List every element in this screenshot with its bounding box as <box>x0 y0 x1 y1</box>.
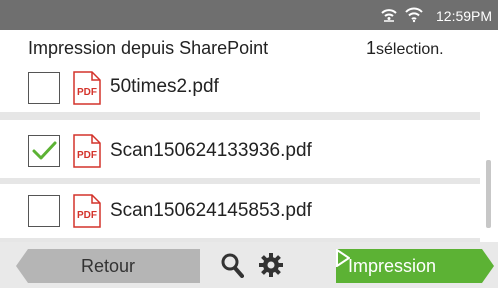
file-name: Scan150624133936.pdf <box>110 140 312 161</box>
status-bar: 12:59PM <box>0 0 498 30</box>
selection-count-number: 1 <box>366 38 377 58</box>
pdf-icon: PDF <box>73 134 101 168</box>
file-name: Scan150624145853.pdf <box>110 200 312 221</box>
file-name: 50times2.pdf <box>110 76 219 97</box>
play-arrow-icon <box>336 249 350 267</box>
pdf-label: PDF <box>77 150 97 161</box>
scrollbar[interactable] <box>486 160 491 228</box>
pdf-icon: PDF <box>73 194 101 228</box>
file-checkbox[interactable] <box>28 135 60 167</box>
gear-icon[interactable] <box>258 252 284 278</box>
file-list-item[interactable]: PDF Scan150624145853.pdf <box>0 184 480 238</box>
selection-count-label: sélection. <box>376 41 444 58</box>
checkmark-icon <box>32 141 57 160</box>
wifi-icon <box>405 7 423 23</box>
search-icon[interactable] <box>220 252 244 278</box>
bottom-toolbar: Retour Impression <box>0 242 498 288</box>
back-button-label: Retour <box>80 256 136 276</box>
selection-count: 1sélection. <box>366 38 444 59</box>
pdf-icon: PDF <box>73 71 101 105</box>
print-button-label: Impression <box>348 256 437 276</box>
page-title: Impression depuis SharePoint <box>28 38 269 58</box>
file-checkbox[interactable] <box>28 72 60 104</box>
print-button[interactable]: Impression <box>336 249 494 283</box>
file-list-item[interactable]: PDF 50times2.pdf <box>0 64 480 112</box>
wifi-direct-icon <box>381 9 397 22</box>
file-list-item[interactable]: PDF Scan150624133936.pdf <box>0 124 480 178</box>
pdf-label: PDF <box>77 87 97 98</box>
file-checkbox[interactable] <box>28 195 60 227</box>
back-button[interactable]: Retour <box>16 249 200 283</box>
row-divider <box>0 112 480 120</box>
pdf-label: PDF <box>77 210 97 221</box>
status-time: 12:59PM <box>436 8 493 24</box>
